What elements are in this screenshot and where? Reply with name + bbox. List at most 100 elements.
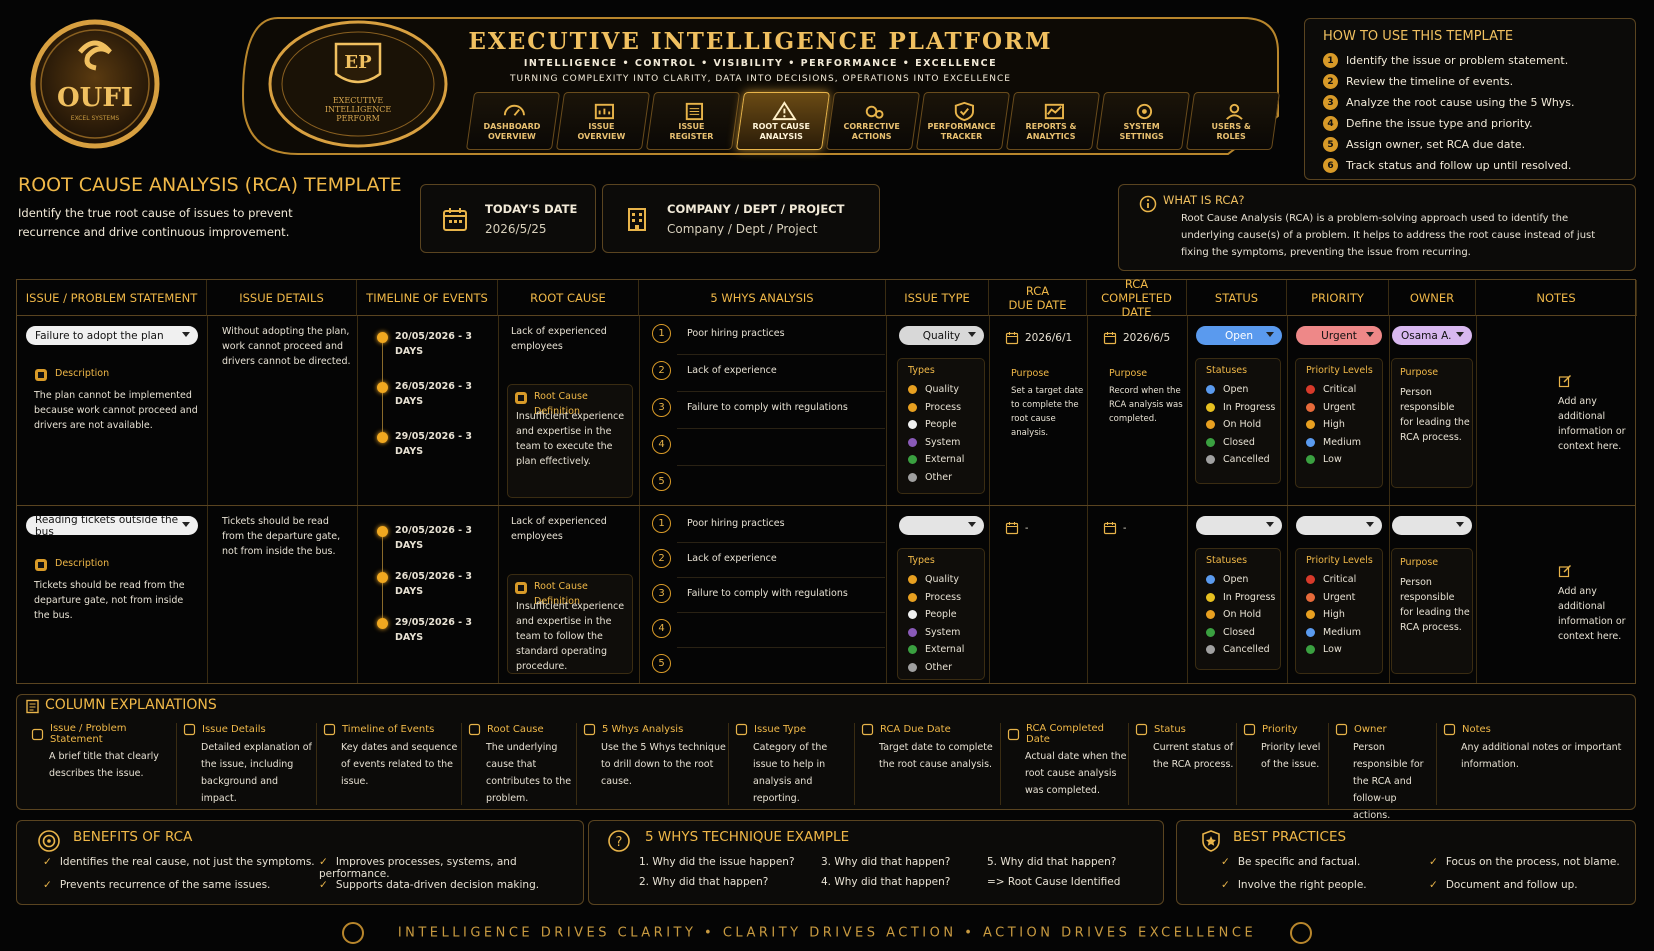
types-legend-item: Quality (908, 381, 964, 399)
nav-label: ISSUE OVERVIEW (577, 122, 626, 141)
timeline-event: 29/05/2026 - 3 DAYS (395, 617, 472, 643)
edit-icon (1558, 564, 1572, 578)
root-cause-definition: Insufficient experience and expertise in… (516, 411, 625, 467)
description-label: Description (55, 558, 110, 569)
timeline-event: 29/05/2026 - 3 DAYS (395, 431, 472, 457)
nav-item-dashboard[interactable]: DASHBOARD OVERVIEW (465, 92, 561, 150)
priority-legend-title: Priority Levels (1306, 555, 1373, 566)
issue-type-select[interactable] (899, 516, 984, 535)
nav-item-reports[interactable]: REPORTS & ANALYTICS (1005, 92, 1101, 150)
column-explanation: RCA Due Date Target date to complete the … (855, 723, 1001, 805)
issue-type-select[interactable]: Quality (899, 326, 984, 345)
column-explanation-text: Category of the issue to help in analysi… (753, 742, 828, 804)
best-practice-item: ✓ Document and follow up. (1429, 879, 1578, 891)
notes-text[interactable]: Add any additional information or contex… (1558, 394, 1626, 454)
types-legend-item: Other (908, 469, 964, 487)
nav-item-issue[interactable]: ISSUE REGISTER (645, 92, 741, 150)
status-select[interactable] (1196, 516, 1282, 535)
root-cause-definition: Insufficient experience and expertise in… (516, 601, 625, 672)
column-explanation: Issue / Problem Statement A brief title t… (25, 723, 177, 805)
types-legend-title: Types (908, 555, 935, 566)
column-explanation: 5 Whys Analysis Use the 5 Whys technique … (577, 723, 729, 805)
five-whys-example-panel: ? 5 WHYS TECHNIQUE EXAMPLE 1. Why did th… (588, 820, 1164, 905)
settings-icon (1130, 100, 1158, 122)
issue-select[interactable]: Failure to adopt the plan (26, 326, 198, 345)
nav-item-root-cause[interactable]: ROOT CAUSE ANALYSIS (735, 92, 831, 150)
color-dot (1306, 385, 1315, 395)
column-explanation-title: Priority (1243, 723, 1328, 736)
header-due: RCA DUE DATE (989, 280, 1087, 316)
color-dot (1206, 455, 1215, 465)
color-dot (1206, 385, 1215, 395)
column-explanation-title: Status (1135, 723, 1236, 736)
priority-select[interactable]: Urgent (1296, 326, 1382, 345)
chevron-down-icon (1456, 522, 1464, 527)
chevron-down-icon (1456, 332, 1464, 337)
why-divider (677, 612, 885, 613)
owner-purpose: Person responsible for leading the RCA p… (1400, 577, 1470, 633)
types-legend-item: External (908, 451, 964, 469)
column-explanation-text: Current status of the RCA process. (1153, 742, 1234, 770)
priority-legend-item: Urgent (1306, 589, 1361, 607)
owner-select[interactable]: Osama A. (1392, 326, 1472, 345)
nav-item-corrective[interactable]: CORRECTIVE ACTIONS (825, 92, 921, 150)
header-issue: ISSUE / PROBLEM STATEMENT (17, 280, 207, 316)
why-answer: Poor hiring practices (687, 328, 785, 339)
chevron-down-icon (1266, 522, 1274, 527)
why-answer: Poor hiring practices (687, 518, 785, 529)
issue-description: The plan cannot be implemented because w… (34, 390, 198, 431)
calendar-icon (1103, 331, 1117, 345)
purpose-label: Purpose (1109, 368, 1148, 379)
rca-due-date[interactable]: 2026/6/1 (1005, 329, 1085, 347)
edit-icon (1558, 374, 1572, 388)
owner-select[interactable] (1392, 516, 1472, 535)
calendar-icon (1007, 728, 1020, 741)
nav-item-performance[interactable]: PERFORMANCE TRACKER (915, 92, 1011, 150)
why-example-item: 2. Why did that happen? (639, 876, 769, 888)
company-value[interactable]: Company / Dept / Project (667, 222, 844, 236)
priority-legend-item: Low (1306, 451, 1361, 469)
column-explanation-text: A brief title that clearly describes the… (49, 751, 159, 779)
types-legend-item: Process (908, 589, 964, 607)
color-dot (1206, 420, 1215, 430)
timeline-event: 26/05/2026 - 3 DAYS (395, 381, 472, 407)
person-icon (1335, 723, 1348, 736)
priority-legend: Priority Levels Critical Urgent High Medium L… (1295, 548, 1383, 674)
why-example-item: 1. Why did the issue happen? (639, 856, 795, 868)
column-explanation: Timeline of Events Key dates and sequence… (317, 723, 462, 805)
types-legend-item: External (908, 641, 964, 659)
best-practice-item: ✓ Focus on the process, not blame. (1429, 856, 1620, 868)
notes-text[interactable]: Add any additional information or contex… (1558, 584, 1626, 644)
priority-select[interactable] (1296, 516, 1382, 535)
issue-select[interactable]: Reading tickets outside the bus (26, 514, 198, 538)
nav-item-users[interactable]: USERS & ROLES (1185, 92, 1281, 150)
footer-emblem-icon (1290, 922, 1313, 944)
column-explanation: Owner Person responsible for the RCA and … (1329, 723, 1437, 821)
priority-legend: Priority Levels Critical Urgent High Medium L… (1295, 358, 1383, 488)
benefit-item: ✓ Identifies the real cause, not just the… (43, 856, 315, 868)
why-number: 2 (652, 361, 671, 380)
info-icon (1139, 195, 1157, 213)
timeline-dot (377, 332, 388, 343)
statuses-legend-item: On Hold (1206, 606, 1275, 624)
today-value[interactable]: 2026/5/25 (485, 222, 577, 236)
nav-item-system[interactable]: SYSTEM SETTINGS (1095, 92, 1191, 150)
best-practices-title: BEST PRACTICES (1233, 829, 1347, 845)
rca-completed-date[interactable]: - (1103, 519, 1183, 537)
header-type: ISSUE TYPE (886, 280, 989, 316)
priority-legend-item: High (1306, 416, 1361, 434)
status-select[interactable]: Open (1196, 326, 1282, 345)
timeline-dot (377, 382, 388, 393)
header-status: STATUS (1187, 280, 1287, 316)
rca-due-date[interactable]: - (1005, 519, 1085, 537)
table-row: Failure to adopt the plan Description The … (17, 316, 1637, 505)
today-label: TODAY'S DATE (485, 201, 578, 216)
page-subtitle: Identify the true root cause of issues t… (18, 206, 293, 239)
nav-item-issue[interactable]: ISSUE OVERVIEW (555, 92, 651, 150)
step-number: 3 (1323, 95, 1338, 110)
rca-completed-date[interactable]: 2026/6/5 (1103, 329, 1183, 347)
column-explanation-text: Person responsible for the RCA and follo… (1353, 742, 1424, 821)
column-explanation-title: Issue Details (183, 723, 316, 736)
person-icon (31, 728, 44, 741)
document-icon (26, 699, 39, 714)
